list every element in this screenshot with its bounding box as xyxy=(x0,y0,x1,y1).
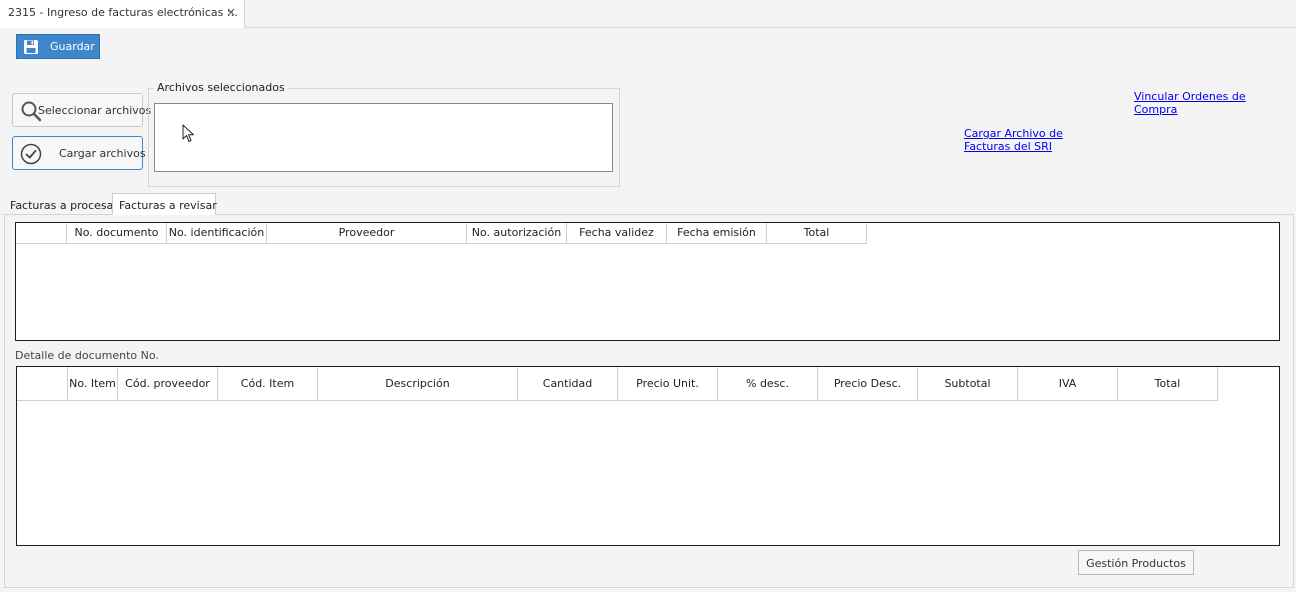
document-tab-title: 2315 - Ingreso de facturas electrónicas … xyxy=(8,6,238,19)
column-header[interactable]: Fecha emisión xyxy=(667,223,767,244)
row-indicator-header xyxy=(16,223,67,244)
close-icon[interactable]: × xyxy=(224,5,238,21)
save-button[interactable]: Guardar xyxy=(16,34,100,59)
floppy-disk-icon xyxy=(24,40,38,54)
selected-files-list[interactable] xyxy=(154,103,613,172)
check-circle-icon xyxy=(20,143,42,165)
upload-files-label: Cargar archivos xyxy=(59,147,146,160)
detail-grid[interactable]: No. Item Cód. proveedor Cód. Item Descri… xyxy=(16,366,1280,546)
selected-files-title: Archivos seleccionados xyxy=(154,81,288,94)
column-header[interactable]: IVA xyxy=(1018,367,1118,401)
column-header[interactable]: Subtotal xyxy=(918,367,1018,401)
link-vincular-ordenes-compra[interactable]: Vincular Ordenes de Compra xyxy=(1134,90,1254,116)
document-tab[interactable]: 2315 - Ingreso de facturas electrónicas … xyxy=(0,0,245,28)
tab-strip: Facturas a procesar Facturas a revisar xyxy=(4,193,1294,215)
column-header[interactable]: Total xyxy=(1118,367,1218,401)
column-header[interactable]: Descripción xyxy=(318,367,518,401)
column-header[interactable]: Fecha validez xyxy=(567,223,667,244)
column-header[interactable]: Proveedor xyxy=(267,223,467,244)
mouse-cursor-icon xyxy=(182,124,194,142)
row-indicator-header xyxy=(17,367,68,401)
column-header[interactable]: Precio Desc. xyxy=(818,367,918,401)
gestion-productos-button[interactable]: Gestión Productos xyxy=(1078,550,1194,575)
column-header[interactable]: Cantidad xyxy=(518,367,618,401)
column-header[interactable]: Cód. Item xyxy=(218,367,318,401)
column-header[interactable]: Precio Unit. xyxy=(618,367,718,401)
column-header[interactable]: Cód. proveedor xyxy=(118,367,218,401)
select-files-label: Seleccionar archivos xyxy=(38,104,152,117)
select-files-button[interactable]: Seleccionar archivos xyxy=(12,93,151,127)
detail-document-label: Detalle de documento No. xyxy=(15,349,159,362)
column-header[interactable]: No. documento xyxy=(67,223,167,244)
tab-facturas-revisar[interactable]: Facturas a revisar xyxy=(112,193,217,215)
invoice-grid-header: No. documento No. identificación Proveed… xyxy=(16,223,867,244)
upload-files-button[interactable]: Cargar archivos xyxy=(12,136,146,170)
save-button-label: Guardar xyxy=(50,40,95,53)
invoice-grid[interactable]: No. documento No. identificación Proveed… xyxy=(15,222,1280,341)
detail-grid-header: No. Item Cód. proveedor Cód. Item Descri… xyxy=(17,367,1218,401)
column-header[interactable]: No. Item xyxy=(68,367,118,401)
column-header[interactable]: Total xyxy=(767,223,867,244)
column-header[interactable]: % desc. xyxy=(718,367,818,401)
column-header[interactable]: No. autorización xyxy=(467,223,567,244)
link-cargar-archivo-sri[interactable]: Cargar Archivo de Facturas del SRI xyxy=(964,127,1074,153)
column-header[interactable]: No. identificación xyxy=(167,223,267,244)
tab-facturas-procesar[interactable]: Facturas a procesar xyxy=(4,195,118,215)
